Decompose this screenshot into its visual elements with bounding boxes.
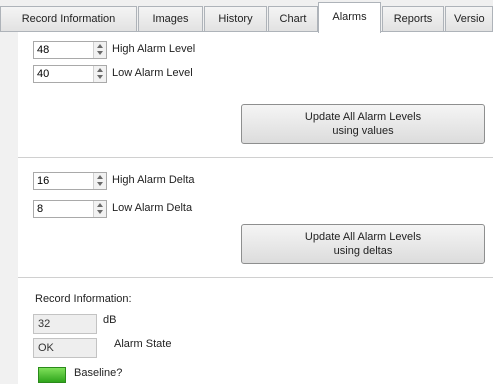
reading-unit-label: dB (103, 314, 117, 326)
high-alarm-level-spinner[interactable] (93, 42, 106, 58)
high-alarm-level-field[interactable]: 48 (33, 41, 107, 59)
low-alarm-delta-value: 8 (37, 203, 44, 215)
button-label-line2: using values (332, 125, 394, 137)
tab-reports[interactable]: Reports (382, 6, 444, 31)
high-alarm-delta-field[interactable]: 16 (33, 172, 107, 190)
high-alarm-level-label: High Alarm Level (112, 43, 196, 55)
spin-down-icon[interactable] (97, 75, 103, 79)
tab-alarms[interactable]: Alarms (318, 2, 381, 33)
baseline-indicator-icon (38, 367, 66, 383)
low-alarm-level-spinner[interactable] (93, 66, 106, 82)
spin-up-icon[interactable] (97, 44, 103, 48)
alarm-state-value: OK (38, 342, 54, 354)
spin-up-icon[interactable] (97, 68, 103, 72)
tab-images[interactable]: Images (138, 6, 203, 31)
spin-down-icon[interactable] (97, 182, 103, 186)
button-label-line2: using deltas (333, 245, 393, 257)
tab-versions[interactable]: Versio (445, 6, 493, 31)
alarm-state-field: OK (33, 338, 97, 358)
section-divider (18, 157, 493, 158)
low-alarm-delta-label: Low Alarm Delta (112, 202, 193, 214)
section-divider (18, 277, 493, 278)
reading-value-field: 32 (33, 314, 97, 334)
spin-up-icon[interactable] (97, 203, 103, 207)
alarm-state-label: Alarm State (114, 338, 172, 350)
tab-chart[interactable]: Chart (268, 6, 318, 31)
spin-up-icon[interactable] (97, 175, 103, 179)
low-alarm-level-label: Low Alarm Level (112, 67, 193, 79)
button-label-line1: Update All Alarm Levels (304, 231, 422, 243)
high-alarm-delta-label: High Alarm Delta (112, 174, 195, 186)
low-alarm-delta-field[interactable]: 8 (33, 200, 107, 218)
low-alarm-level-value: 40 (37, 68, 50, 80)
tab-history[interactable]: History (204, 6, 267, 31)
spin-down-icon[interactable] (97, 51, 103, 55)
tab-strip: Record Information Images History Chart … (0, 0, 493, 33)
low-alarm-delta-spinner[interactable] (93, 201, 106, 217)
panel-left-margin (0, 32, 18, 384)
baseline-label: Baseline? (74, 367, 123, 379)
tab-record-information[interactable]: Record Information (0, 6, 137, 31)
high-alarm-level-value: 48 (37, 44, 50, 56)
high-alarm-delta-spinner[interactable] (93, 173, 106, 189)
record-information-heading: Record Information: (35, 293, 132, 305)
high-alarm-delta-value: 16 (37, 175, 50, 187)
spin-down-icon[interactable] (97, 210, 103, 214)
reading-value: 32 (38, 318, 51, 330)
button-label-line1: Update All Alarm Levels (304, 111, 422, 123)
update-levels-using-values-button[interactable]: Update All Alarm Levels using values (241, 104, 485, 144)
low-alarm-level-field[interactable]: 40 (33, 65, 107, 83)
update-levels-using-deltas-button[interactable]: Update All Alarm Levels using deltas (241, 224, 485, 264)
